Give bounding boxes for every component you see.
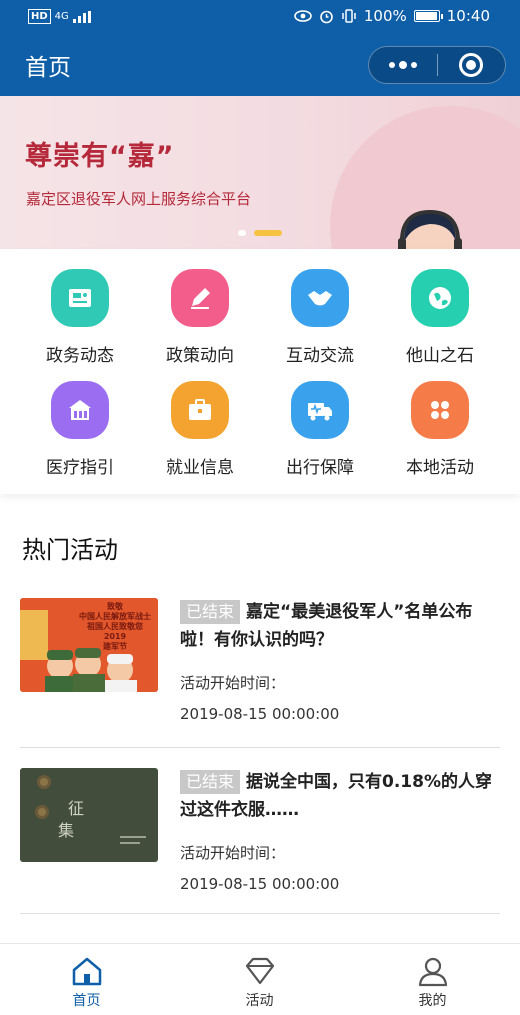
status-left: HD 4G — [28, 9, 91, 24]
grid-item-local-events[interactable]: 本地活动 — [380, 361, 500, 478]
grid-item-jobs[interactable]: 就业信息 — [140, 361, 260, 478]
flower-icon — [411, 381, 469, 439]
carousel-dot-active[interactable] — [254, 230, 282, 236]
handshake-icon — [291, 269, 349, 327]
banner-carousel[interactable]: 尊崇有“嘉” 嘉定区退役军人网上服务综合平台 — [0, 96, 520, 249]
activity-time-label: 活动开始时间： — [180, 844, 286, 862]
banner-subtitle: 嘉定区退役军人网上服务综合平台 — [26, 190, 252, 208]
more-dot-icon — [399, 61, 407, 69]
tab-label: 我的 — [418, 993, 447, 1009]
status-bar: HD 4G 100% 10:40 — [0, 0, 520, 34]
user-icon — [418, 957, 447, 987]
activity-time: 2019-08-15 00:00:00 — [180, 705, 340, 723]
uniform-recruitment-image — [20, 768, 158, 862]
activity-thumbnail: 致敬 中国人民解放军战士 祖国人民致敬您 2019 建军节 — [20, 598, 158, 692]
poster-text-line: 建军节 — [103, 642, 127, 651]
tab-label: 活动 — [245, 993, 274, 1009]
more-button[interactable] — [369, 47, 437, 83]
thumbnail-text: 征 — [68, 799, 85, 818]
grid-item-travel[interactable]: 出行保障 — [260, 361, 380, 478]
diamond-icon — [245, 957, 274, 985]
grid-item-label: 就业信息 — [166, 458, 234, 478]
activity-title: 已结束 嘉定“最美退役军人”名单公布啦！有你认识的吗？ — [180, 598, 500, 654]
nav-bar: 首页 — [0, 34, 520, 96]
grid-item-gov-news[interactable]: 政务动态 — [20, 249, 140, 366]
globe-icon — [411, 269, 469, 327]
more-dot-icon — [411, 62, 417, 68]
tab-home[interactable]: 首页 — [0, 944, 173, 1015]
news-icon — [51, 269, 109, 327]
target-icon — [459, 53, 484, 77]
status-badge: 已结束 — [180, 770, 241, 794]
customer-service-agent-image — [398, 209, 462, 249]
grid-item-medical[interactable]: 医疗指引 — [20, 361, 140, 478]
grid-item-label: 本地活动 — [406, 458, 474, 478]
vibrate-icon — [342, 9, 356, 23]
status-badge: 已结束 — [180, 600, 241, 624]
grid-item-label: 医疗指引 — [46, 458, 114, 478]
signal-icon — [72, 10, 91, 23]
activity-body: 已结束 嘉定“最美退役军人”名单公布啦！有你认识的吗？ 活动开始时间： 2019-… — [180, 598, 500, 723]
activity-thumbnail: 征 集 — [20, 768, 158, 862]
activity-title: 已结束 据说全中国，只有0.18%的人穿过这件衣服…… — [180, 768, 500, 824]
activity-item[interactable]: 致敬 中国人民解放军战士 祖国人民致敬您 2019 建军节 已结束 嘉定“最美退役… — [20, 598, 500, 748]
activity-item[interactable]: 征 集 已结束 据说全中国，只有0.18%的人穿过这件衣服…… 活动开始时间： 2… — [20, 768, 500, 914]
grid-item-policy[interactable]: 政策动向 — [140, 249, 260, 366]
activity-time: 2019-08-15 00:00:00 — [180, 875, 340, 893]
battery-percent: 100% — [363, 7, 407, 25]
status-right: 100% 10:40 — [294, 7, 490, 25]
tab-label: 首页 — [72, 993, 101, 1009]
eye-icon — [294, 10, 312, 22]
close-button[interactable] — [438, 47, 505, 83]
mini-program-capsule — [368, 46, 506, 84]
hd-badge: HD — [28, 9, 51, 24]
more-dot-icon — [389, 62, 395, 68]
grid-item-label: 出行保障 — [286, 458, 354, 478]
pen-icon — [171, 269, 229, 327]
activity-time-label: 活动开始时间： — [180, 674, 286, 692]
tab-bar: 首页 活动 我的 — [0, 943, 520, 1015]
poster-text-line: 2019 — [103, 632, 127, 641]
poster-text-line: 祖国人民致敬您 — [87, 622, 143, 631]
home-icon — [72, 957, 101, 986]
hospital-icon — [51, 381, 109, 439]
carousel-dot[interactable] — [238, 230, 246, 236]
network-type: 4G — [54, 11, 69, 22]
banner-title: 尊崇有“嘉” — [25, 141, 175, 172]
activity-body: 已结束 据说全中国，只有0.18%的人穿过这件衣服…… 活动开始时间： 2019-… — [180, 768, 500, 893]
battery-icon — [413, 10, 443, 22]
poster-text-line: 中国人民解放军战士 — [79, 612, 151, 621]
tab-activity[interactable]: 活动 — [173, 944, 346, 1015]
tab-mine[interactable]: 我的 — [346, 944, 519, 1015]
briefcase-icon — [171, 381, 229, 439]
page-title: 首页 — [25, 55, 71, 81]
hot-activities-title: 热门活动 — [22, 536, 118, 564]
grid-item-experience[interactable]: 他山之石 — [380, 249, 500, 366]
truck-icon — [291, 381, 349, 439]
thumbnail-text: 集 — [58, 821, 75, 840]
function-grid: 政务动态 政策动向 互动交流 他山之石 医疗指引 就业信息 出行保障 本地活动 — [0, 249, 520, 494]
clock: 10:40 — [446, 7, 490, 25]
alarm-icon — [320, 10, 333, 23]
poster-text-line: 致敬 — [107, 602, 123, 611]
grid-item-interaction[interactable]: 互动交流 — [260, 249, 380, 366]
